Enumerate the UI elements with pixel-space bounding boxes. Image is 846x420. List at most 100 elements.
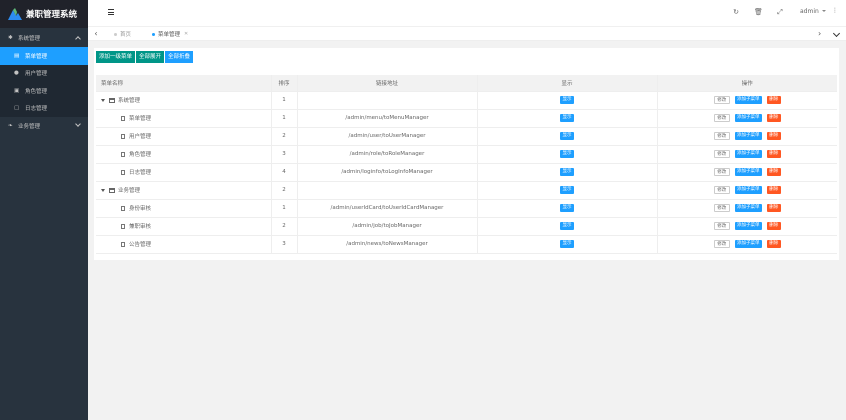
- sidebar-item-roles[interactable]: ▣ 角色管理: [0, 82, 88, 100]
- show-badge[interactable]: 显示: [560, 204, 574, 212]
- tab-bar: ‹ 首页 菜单管理 ✕ ›: [88, 27, 846, 41]
- refresh-icon[interactable]: ↻: [732, 8, 740, 16]
- delete-button[interactable]: 删除: [766, 186, 781, 194]
- order-cell: 4: [271, 163, 298, 182]
- gear-icon: ✱: [8, 35, 13, 41]
- delete-button[interactable]: 删除: [766, 204, 781, 212]
- delete-button[interactable]: 删除: [766, 96, 781, 104]
- add-child-button[interactable]: 添加子菜单: [734, 186, 762, 194]
- sidebar-item-users[interactable]: ● 用户管理: [0, 65, 88, 83]
- show-badge[interactable]: 显示: [560, 150, 574, 158]
- file-icon: [121, 116, 125, 121]
- edit-button[interactable]: 修改: [713, 204, 730, 212]
- show-badge[interactable]: 显示: [560, 132, 574, 140]
- show-badge[interactable]: 显示: [560, 96, 574, 104]
- delete-button[interactable]: 删除: [766, 222, 781, 230]
- file-icon: [121, 170, 125, 175]
- sidebar: 兼职管理系统 ✱ 系统管理 ▤ 菜单管理 ● 用户管理 ▣ 角色管理 ▢ 日志管…: [0, 0, 88, 420]
- edit-button[interactable]: 修改: [713, 150, 730, 158]
- user-icon: ●: [14, 70, 19, 77]
- column-header-show: 显示: [477, 75, 658, 92]
- sidebar-item-menu[interactable]: ▤ 菜单管理: [0, 47, 88, 65]
- user-menu[interactable]: admin: [800, 8, 826, 16]
- menu-name-cell: 日志管理: [96, 163, 272, 182]
- add-child-button[interactable]: 添加子菜单: [734, 204, 762, 212]
- show-badge[interactable]: 显示: [560, 222, 574, 230]
- fullscreen-icon[interactable]: ⤢: [776, 8, 784, 16]
- trash-icon[interactable]: 🗑: [754, 8, 763, 16]
- sidebar-item-label: 用户管理: [25, 71, 48, 78]
- order-cell: 1: [271, 199, 298, 218]
- add-child-button[interactable]: 添加子菜单: [734, 240, 762, 248]
- url-cell: /admin/job/toJobManager: [297, 217, 478, 236]
- table-row: 系统管理 1 显示 修改 添加子菜单 删除: [96, 91, 837, 110]
- edit-button[interactable]: 修改: [713, 114, 730, 122]
- chevron-down-icon[interactable]: [832, 29, 841, 38]
- sidebar-group-label: 系统管理: [18, 36, 41, 42]
- close-icon[interactable]: ✕: [184, 31, 188, 37]
- show-badge[interactable]: 显示: [560, 114, 574, 122]
- column-header-url: 链接地址: [297, 75, 478, 92]
- tab-scroll-left-icon[interactable]: ‹: [91, 29, 101, 39]
- show-cell: 显示: [477, 91, 658, 110]
- chevron-up-icon: [75, 36, 81, 42]
- url-cell: [297, 91, 478, 110]
- menu-tree-table: 菜单名称 排序 链接地址 显示 操作 系统管理 1 显示 修改 添加子菜单 删除…: [96, 75, 837, 254]
- expand-all-button[interactable]: 全部展开: [136, 51, 165, 63]
- caret-down-icon[interactable]: [101, 189, 105, 192]
- ops-cell: 修改 添加子菜单 删除: [657, 199, 837, 218]
- menu-name-cell: 兼职审核: [96, 217, 272, 236]
- delete-button[interactable]: 删除: [766, 132, 781, 140]
- add-child-button[interactable]: 添加子菜单: [734, 150, 762, 158]
- caret-down-icon: [821, 10, 826, 12]
- more-icon[interactable]: ⋮: [832, 8, 838, 14]
- tab-home[interactable]: 首页: [108, 27, 137, 41]
- sidebar-group-business[interactable]: ❧ 业务管理: [0, 117, 88, 135]
- edit-button[interactable]: 修改: [713, 132, 730, 140]
- menu-name: 用户管理: [129, 134, 152, 140]
- delete-button[interactable]: 删除: [766, 240, 781, 248]
- id-card-icon: ▣: [14, 87, 20, 94]
- show-badge[interactable]: 显示: [560, 186, 574, 194]
- menu-name-cell: 业务管理: [96, 181, 272, 200]
- edit-button[interactable]: 修改: [713, 222, 730, 230]
- show-cell: 显示: [477, 199, 658, 218]
- url-cell: /admin/userIdCard/toUserIdCardManager: [297, 199, 478, 218]
- show-badge[interactable]: 显示: [560, 168, 574, 176]
- add-child-button[interactable]: 添加子菜单: [734, 168, 762, 176]
- menu-name: 兼职审核: [129, 224, 152, 230]
- edit-button[interactable]: 修改: [713, 240, 730, 248]
- show-cell: 显示: [477, 127, 658, 146]
- add-child-button[interactable]: 添加子菜单: [734, 222, 762, 230]
- delete-button[interactable]: 删除: [766, 150, 781, 158]
- logo[interactable]: 兼职管理系统: [0, 0, 88, 28]
- tab-scroll-right-icon[interactable]: ›: [818, 29, 821, 39]
- url-cell: /admin/role/toRoleManager: [297, 145, 478, 164]
- top-header: ↻ 🗑 ⤢ admin ⋮: [88, 0, 846, 27]
- edit-button[interactable]: 修改: [713, 168, 730, 176]
- collapse-all-button[interactable]: 全部折叠: [165, 51, 194, 63]
- menu-toggle-icon[interactable]: [108, 9, 114, 15]
- edit-button[interactable]: 修改: [713, 186, 730, 194]
- menu-name-cell: 用户管理: [96, 127, 272, 146]
- order-cell: 1: [271, 91, 298, 110]
- show-badge[interactable]: 显示: [560, 240, 574, 248]
- tab-menu-manager[interactable]: 菜单管理 ✕: [146, 27, 194, 41]
- sidebar-item-label: 日志管理: [25, 106, 48, 113]
- table-row: 角色管理 3 /admin/role/toRoleManager 显示 修改 添…: [96, 145, 837, 164]
- edit-button[interactable]: 修改: [713, 96, 730, 104]
- sidebar-item-logs[interactable]: ▢ 日志管理: [0, 100, 88, 118]
- url-cell: /admin/user/toUserManager: [297, 127, 478, 146]
- show-cell: 显示: [477, 217, 658, 236]
- add-top-menu-button[interactable]: 添加一级菜单: [96, 51, 136, 63]
- order-cell: 2: [271, 181, 298, 200]
- folder-icon: [109, 188, 115, 193]
- delete-button[interactable]: 删除: [766, 168, 781, 176]
- add-child-button[interactable]: 添加子菜单: [734, 132, 762, 140]
- caret-down-icon[interactable]: [101, 99, 105, 102]
- add-child-button[interactable]: 添加子菜单: [734, 114, 762, 122]
- add-child-button[interactable]: 添加子菜单: [734, 96, 762, 104]
- sidebar-item-label: 菜单管理: [25, 53, 48, 60]
- sidebar-group-system[interactable]: ✱ 系统管理: [0, 29, 88, 47]
- delete-button[interactable]: 删除: [766, 114, 781, 122]
